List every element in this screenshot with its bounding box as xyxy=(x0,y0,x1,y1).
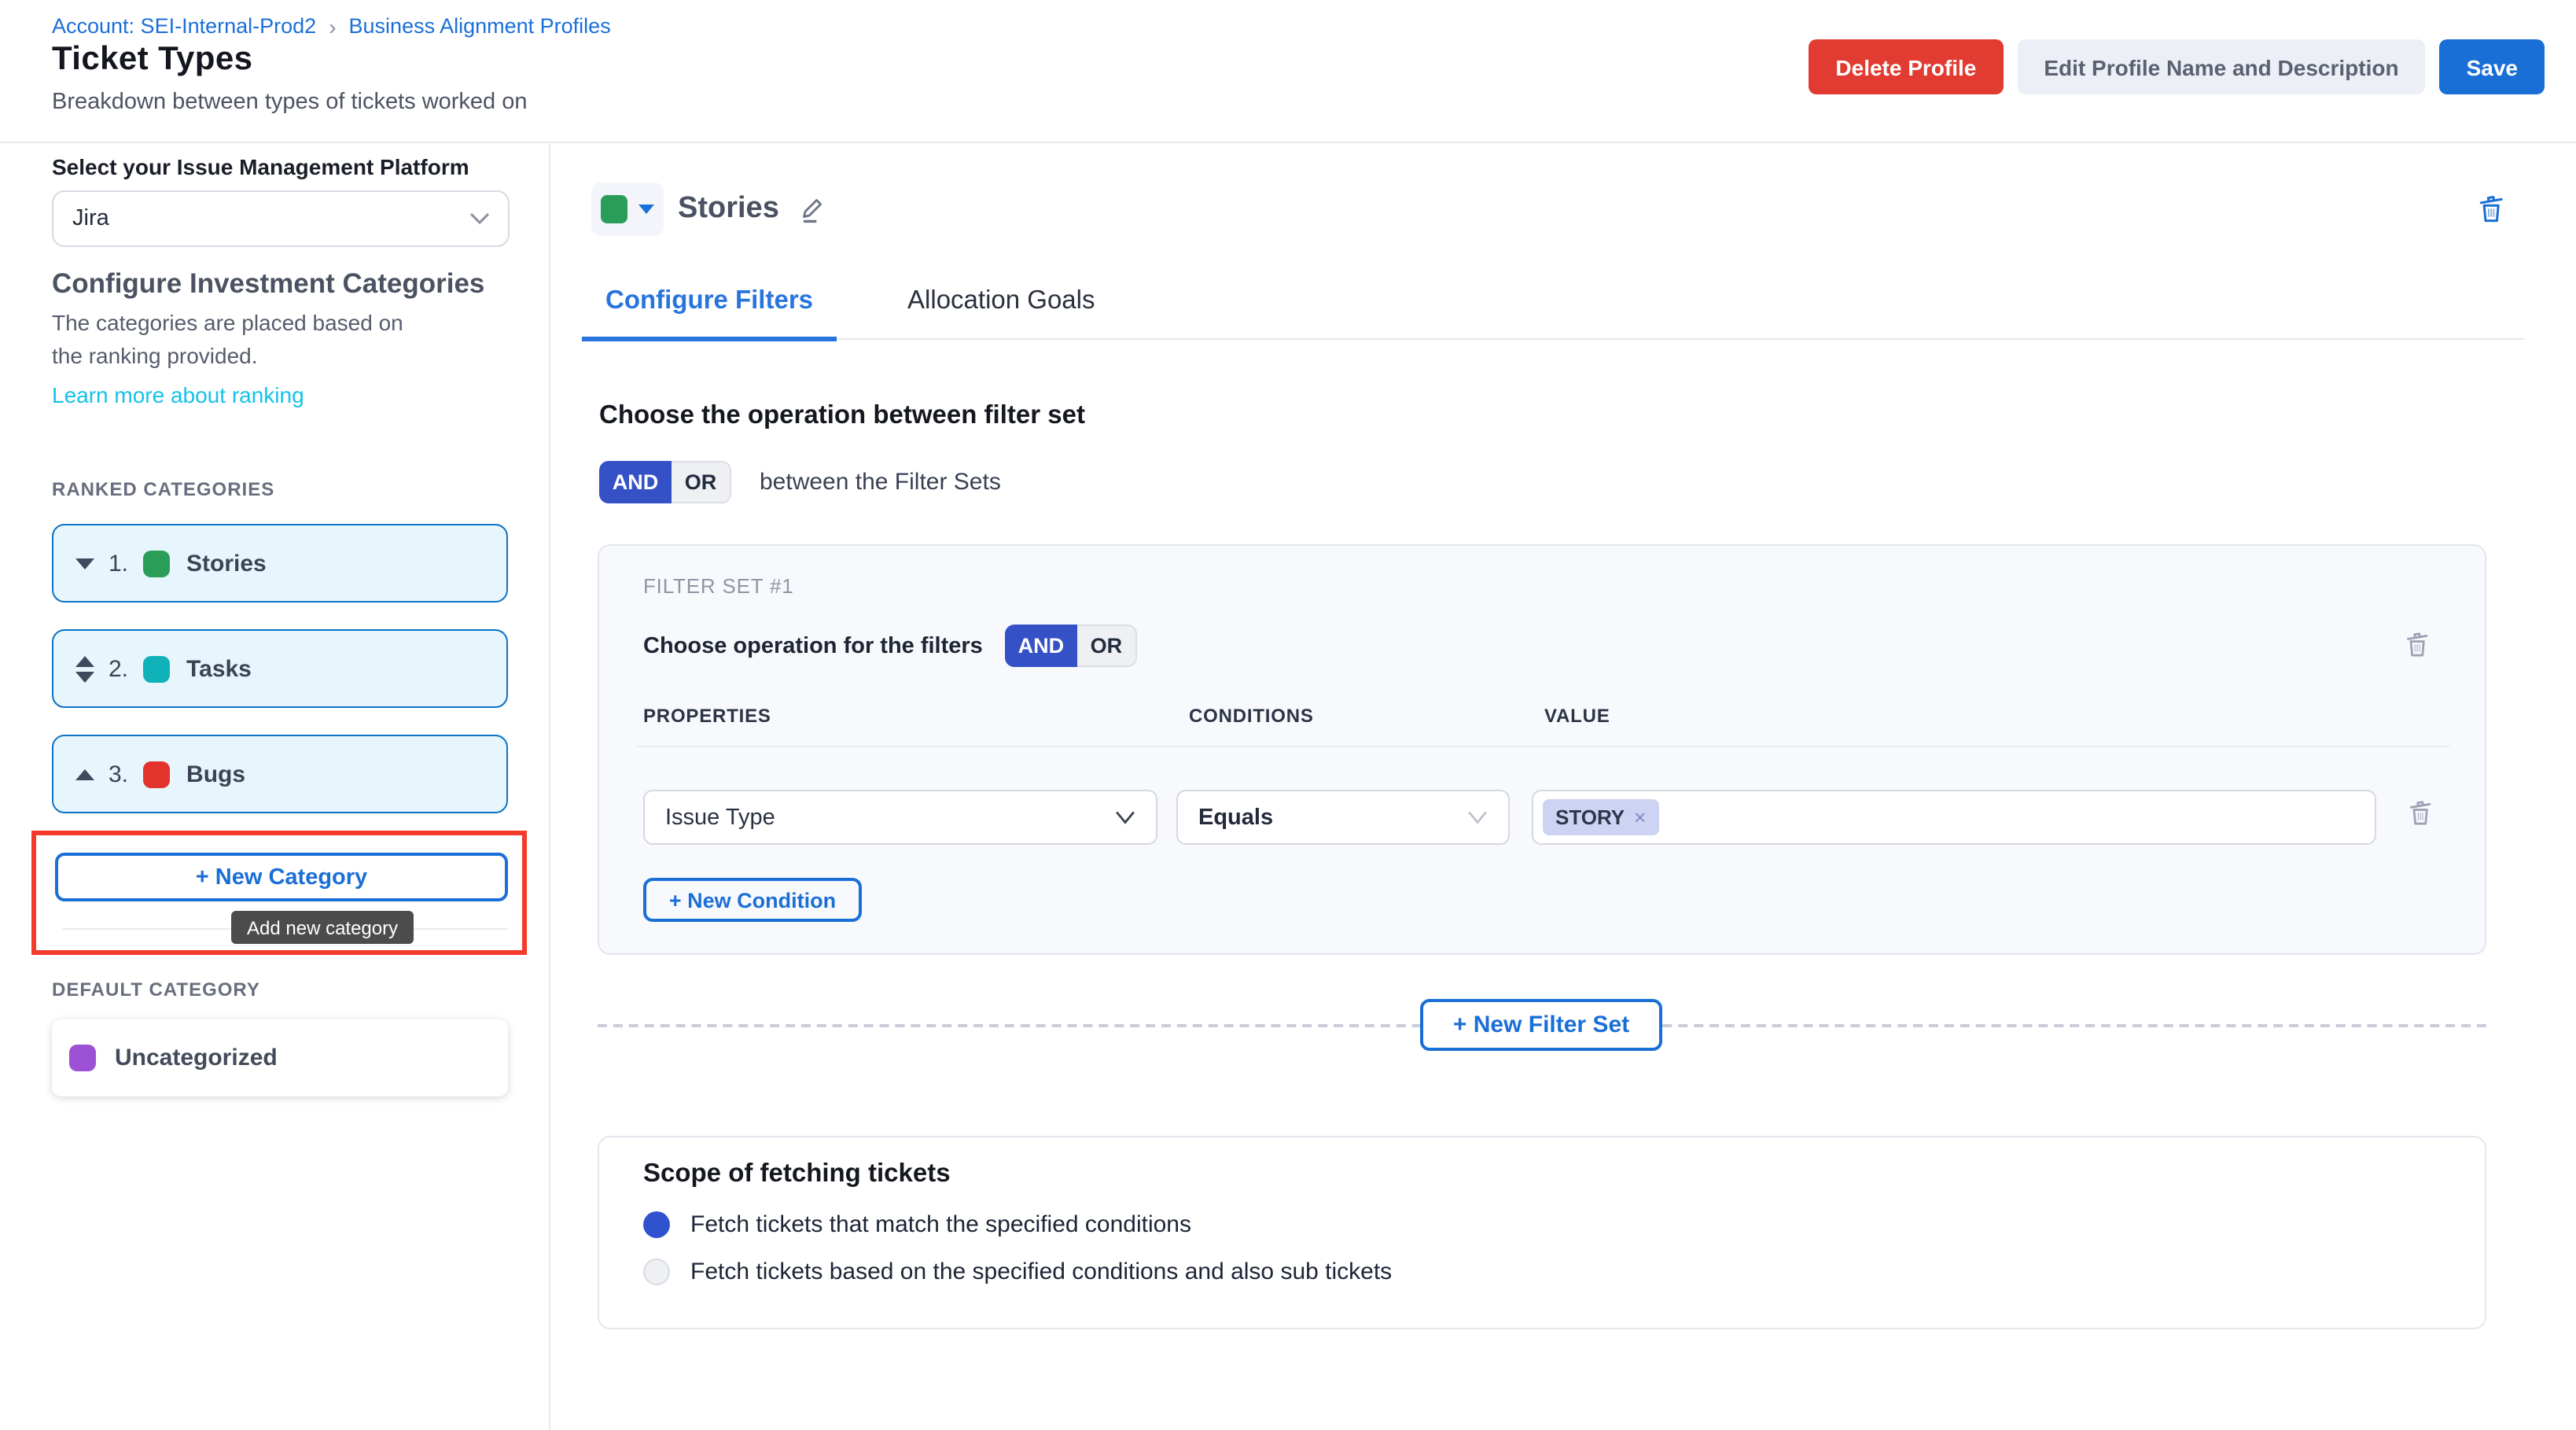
ranked-categories-label: RANKED CATEGORIES xyxy=(52,478,274,500)
or-toggle-option[interactable]: OR xyxy=(672,461,731,503)
scope-card: Scope of fetching tickets Fetch tickets … xyxy=(598,1136,2486,1329)
category-color-swatch xyxy=(142,655,169,682)
category-rank: 3. xyxy=(109,761,128,787)
category-title-row: Stories xyxy=(678,182,828,236)
radio-unselected-icon[interactable] xyxy=(643,1259,670,1285)
tab-configure-filters[interactable]: Configure Filters xyxy=(582,264,837,340)
main-panel: Stories Configure Filters Allocation Goa… xyxy=(552,143,2576,1430)
property-select-value: Issue Type xyxy=(665,805,775,830)
edit-profile-button[interactable]: Edit Profile Name and Description xyxy=(2017,39,2425,94)
scope-heading: Scope of fetching tickets xyxy=(643,1159,951,1189)
platform-select-value: Jira xyxy=(72,206,109,231)
category-card-tasks[interactable]: 2. Tasks xyxy=(52,629,508,708)
tab-allocation-goals[interactable]: Allocation Goals xyxy=(884,264,1118,340)
or-toggle-option[interactable]: OR xyxy=(1077,625,1137,667)
category-title: Stories xyxy=(678,192,779,227)
category-card-stories[interactable]: 1. Stories xyxy=(52,524,508,603)
chevron-down-icon xyxy=(1115,810,1135,824)
delete-filter-set-button[interactable] xyxy=(2401,628,2433,659)
scope-option-include-sub-tickets[interactable]: Fetch tickets based on the specified con… xyxy=(643,1259,1392,1285)
column-header-value: VALUE xyxy=(1544,705,1610,727)
move-down-icon[interactable] xyxy=(75,558,94,569)
filters-operation-row: Choose operation for the filters AND OR xyxy=(643,625,1137,667)
default-category-label: DEFAULT CATEGORY xyxy=(52,979,260,1001)
category-name: Stories xyxy=(186,550,267,577)
configure-categories-description: The categories are placed based on the r… xyxy=(52,307,429,373)
breadcrumb-profiles-link[interactable]: Business Alignment Profiles xyxy=(349,14,611,38)
header-actions: Delete Profile Edit Profile Name and Des… xyxy=(1809,39,2545,94)
page-title: Ticket Types xyxy=(52,41,252,79)
condition-select-value: Equals xyxy=(1198,805,1273,830)
sidebar: Select your Issue Management Platform Ji… xyxy=(0,143,550,1430)
breadcrumb: Account: SEI-Internal-Prod2 › Business A… xyxy=(52,14,611,38)
delete-profile-button[interactable]: Delete Profile xyxy=(1809,39,2003,94)
filter-set-operation-row: AND OR between the Filter Sets xyxy=(599,461,1001,503)
property-select[interactable]: Issue Type xyxy=(643,790,1157,845)
column-header-conditions: CONDITIONS xyxy=(1189,705,1314,727)
category-color-swatch xyxy=(142,550,169,577)
delete-category-button[interactable] xyxy=(2474,190,2508,225)
category-color-swatch xyxy=(69,1045,96,1071)
breadcrumb-account-link[interactable]: Account: SEI-Internal-Prod2 xyxy=(52,14,316,38)
selected-color-swatch xyxy=(601,195,627,223)
and-toggle-option[interactable]: AND xyxy=(1005,625,1077,667)
trash-icon xyxy=(2401,628,2433,659)
page-subtitle: Breakdown between types of tickets worke… xyxy=(52,90,528,115)
trash-icon xyxy=(2474,190,2508,225)
category-rank: 2. xyxy=(109,655,128,682)
chevron-down-icon xyxy=(1467,810,1488,824)
new-filter-set-button[interactable]: + New Filter Set xyxy=(1420,999,1662,1051)
chevron-down-icon xyxy=(470,212,489,225)
value-chip-story: STORY × xyxy=(1543,799,1658,835)
operation-suffix-text: between the Filter Sets xyxy=(760,469,1001,496)
page-header: Account: SEI-Internal-Prod2 › Business A… xyxy=(0,0,2576,143)
trash-icon xyxy=(2405,796,2436,827)
tab-bar: Configure Filters Allocation Goals xyxy=(582,264,2524,340)
configure-categories-title: Configure Investment Categories xyxy=(52,267,484,300)
scope-option-label: Fetch tickets based on the specified con… xyxy=(690,1259,1392,1285)
category-name: Tasks xyxy=(186,655,252,682)
platform-select[interactable]: Jira xyxy=(52,190,510,247)
platform-select-label: Select your Issue Management Platform xyxy=(52,154,469,179)
filter-set-title: FILTER SET #1 xyxy=(643,574,794,598)
column-header-divider xyxy=(637,746,2450,747)
delete-condition-button[interactable] xyxy=(2405,796,2436,827)
caret-down-icon xyxy=(638,205,654,214)
and-or-toggle: AND OR xyxy=(599,461,731,503)
condition-select[interactable]: Equals xyxy=(1176,790,1510,845)
move-up-icon[interactable] xyxy=(75,768,94,779)
pencil-icon xyxy=(798,194,828,224)
new-category-button[interactable]: + New Category xyxy=(55,853,508,901)
category-card-uncategorized[interactable]: Uncategorized xyxy=(52,1019,508,1096)
new-condition-button[interactable]: + New Condition xyxy=(643,878,862,922)
page: Account: SEI-Internal-Prod2 › Business A… xyxy=(0,0,2576,1430)
category-card-bugs[interactable]: 3. Bugs xyxy=(52,735,508,813)
category-color-swatch xyxy=(142,761,169,787)
column-header-properties: PROPERTIES xyxy=(643,705,771,727)
category-color-picker[interactable] xyxy=(591,182,664,236)
category-name: Uncategorized xyxy=(115,1045,278,1071)
and-toggle-option[interactable]: AND xyxy=(599,461,672,503)
filters-operation-label: Choose operation for the filters xyxy=(643,633,983,658)
and-or-toggle: AND OR xyxy=(1005,625,1137,667)
category-rank: 1. xyxy=(109,550,128,577)
learn-more-ranking-link[interactable]: Learn more about ranking xyxy=(52,382,304,407)
move-up-down-icon[interactable] xyxy=(75,655,94,682)
chip-remove-icon[interactable]: × xyxy=(1634,807,1646,827)
edit-category-name-button[interactable] xyxy=(798,194,828,224)
filter-set-card: FILTER SET #1 Choose operation for the f… xyxy=(598,544,2486,955)
scope-option-label: Fetch tickets that match the specified c… xyxy=(690,1211,1191,1238)
save-button[interactable]: Save xyxy=(2440,39,2545,94)
add-new-category-tooltip: Add new category xyxy=(231,911,414,944)
breadcrumb-separator-icon: › xyxy=(329,15,336,37)
chip-label: STORY xyxy=(1555,805,1625,829)
category-name: Bugs xyxy=(186,761,245,787)
filter-set-operation-heading: Choose the operation between filter set xyxy=(599,401,1085,431)
radio-selected-icon[interactable] xyxy=(643,1211,670,1238)
scope-option-match-conditions[interactable]: Fetch tickets that match the specified c… xyxy=(643,1211,1191,1238)
value-input[interactable]: STORY × xyxy=(1532,790,2376,845)
